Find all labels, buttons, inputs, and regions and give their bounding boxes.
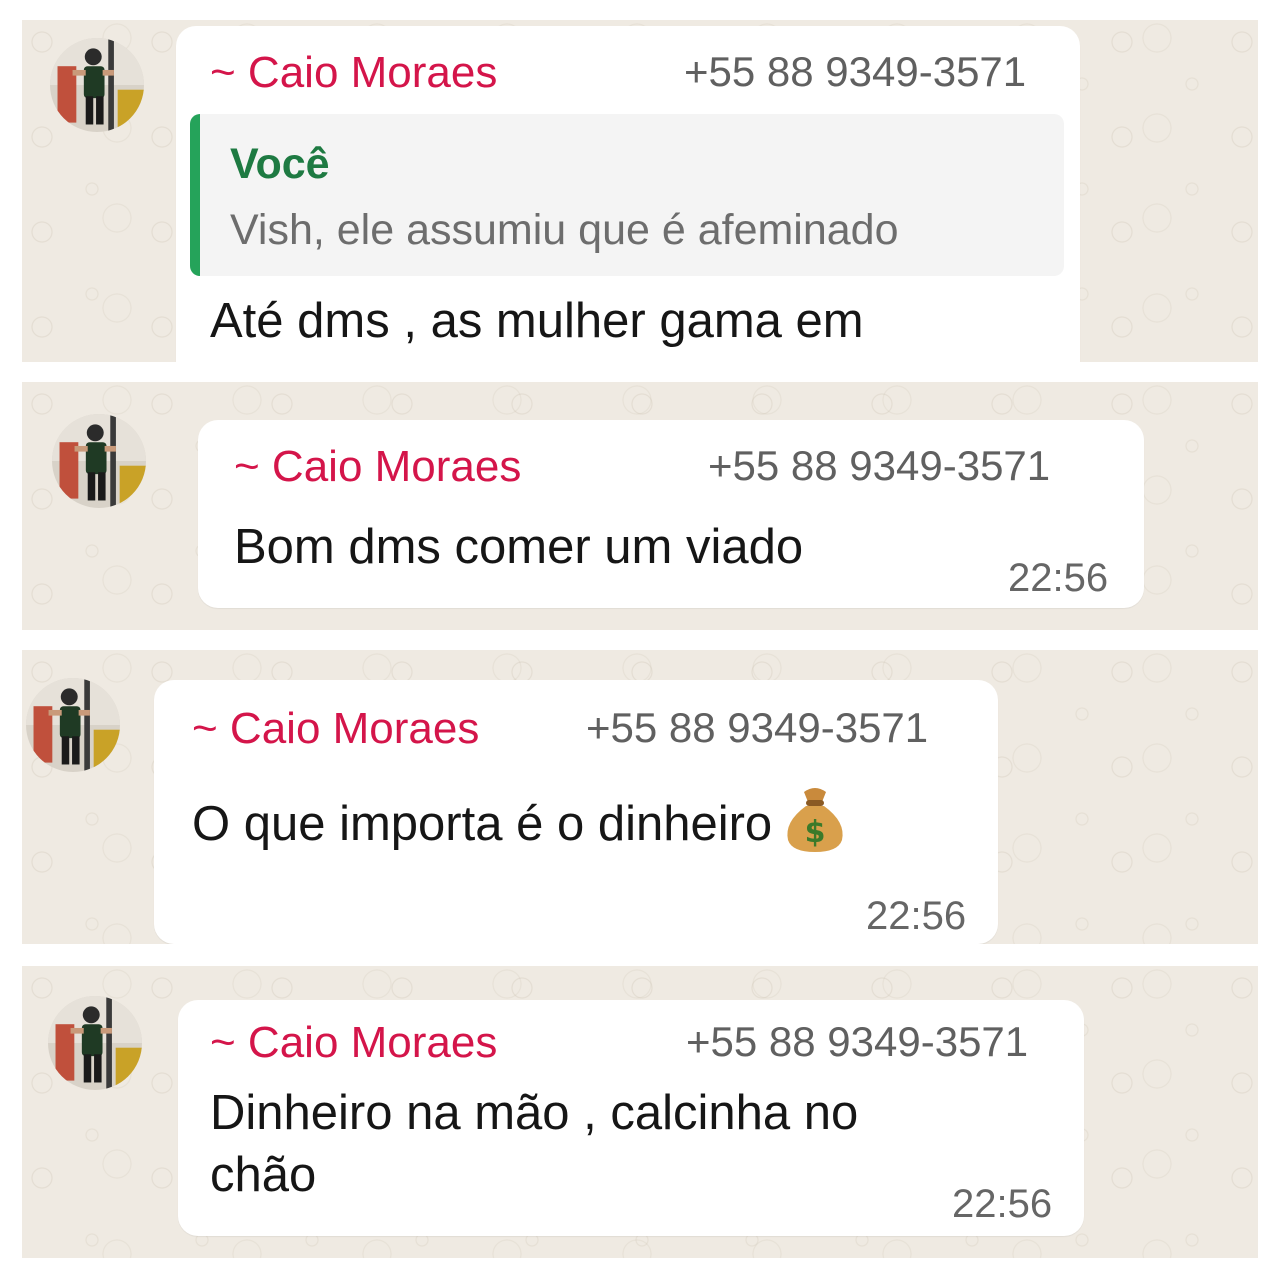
avatar[interactable]	[52, 414, 146, 508]
message-text: Dinheiro na mão , calcinha no chão	[210, 1086, 859, 1202]
sender-name[interactable]: ~ Caio Moraes	[234, 442, 521, 492]
chat-strip-4: ~ Caio Moraes +55 88 9349-3571 Dinheiro …	[22, 966, 1258, 1258]
sender-phone: +55 88 9349-3571	[684, 48, 1027, 95]
sender-phone: +55 88 9349-3571	[586, 704, 929, 751]
svg-text:$: $	[805, 815, 826, 850]
sender-name[interactable]: ~ Caio Moraes	[210, 48, 497, 98]
quote-author: Você	[230, 140, 330, 188]
sender-name[interactable]: ~ Caio Moraes	[210, 1018, 497, 1068]
avatar[interactable]	[50, 38, 144, 132]
avatar[interactable]	[26, 678, 120, 772]
sender-name[interactable]: ~ Caio Moraes	[192, 704, 479, 754]
message-bubble[interactable]: ~ Caio Moraes +55 88 9349-3571 Dinheiro …	[178, 1000, 1084, 1236]
message-bubble[interactable]: ~ Caio Moraes +55 88 9349-3571 O que imp…	[154, 680, 998, 944]
message-text: Bom dms comer um viado	[234, 520, 804, 574]
quote-text: Vish, ele assumiu que é afeminado	[230, 206, 899, 254]
money-bag-icon: $	[787, 788, 843, 852]
quote-accent-bar	[190, 114, 200, 276]
avatar[interactable]	[48, 996, 142, 1090]
message-time: 22:56	[866, 894, 967, 938]
message-text: O que importa é o dinheiro $	[192, 782, 848, 855]
message-text-content: O que importa é o dinheiro	[192, 797, 773, 851]
message-text: Até dms , as mulher gama em	[210, 294, 864, 348]
message-time: 22:56	[952, 1182, 1053, 1226]
chat-strip-2: ~ Caio Moraes +55 88 9349-3571 Bom dms c…	[22, 382, 1258, 630]
sender-phone: +55 88 9349-3571	[686, 1018, 1029, 1065]
chat-strip-1: ~ Caio Moraes +55 88 9349-3571 Você Vish…	[22, 20, 1258, 362]
message-time: 22:56	[1008, 556, 1109, 600]
message-bubble[interactable]: ~ Caio Moraes +55 88 9349-3571 Bom dms c…	[198, 420, 1144, 608]
chat-strip-3: ~ Caio Moraes +55 88 9349-3571 O que imp…	[22, 650, 1258, 944]
sender-phone: +55 88 9349-3571	[708, 442, 1051, 489]
message-bubble[interactable]: ~ Caio Moraes +55 88 9349-3571 Você Vish…	[176, 26, 1080, 362]
quoted-message[interactable]: Você Vish, ele assumiu que é afeminado	[190, 114, 1064, 276]
